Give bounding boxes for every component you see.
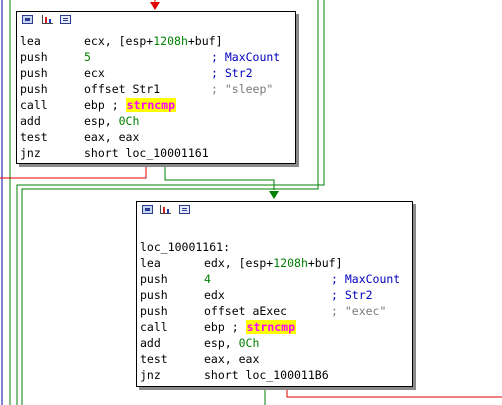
instruction-line: call ebp ; strncmp bbox=[17, 97, 295, 113]
operand: ebp ; strncmp bbox=[84, 97, 177, 113]
comment: ; "sleep" bbox=[211, 82, 274, 96]
instruction-line: test eax, eax bbox=[17, 129, 295, 145]
false-branch-edge bbox=[0, 164, 147, 179]
edge-arrow bbox=[150, 2, 160, 10]
block-header bbox=[17, 12, 295, 29]
hex-number: 0Ch bbox=[118, 114, 140, 128]
instruction-line: push offset Str1 ; "sleep" bbox=[17, 81, 295, 97]
operand-text: short loc_10001161 bbox=[84, 146, 209, 160]
graph-overview-icon[interactable] bbox=[142, 205, 153, 214]
mnemonic: push bbox=[20, 82, 48, 96]
instruction-line: push edx ; Str2 bbox=[137, 287, 412, 303]
bar-chart-icon[interactable] bbox=[160, 205, 171, 214]
mnemonic: push bbox=[140, 272, 168, 286]
mnemonic: push bbox=[20, 66, 48, 80]
operand-text: offset aExec bbox=[204, 304, 288, 318]
operand-text: offset Str1 bbox=[84, 82, 161, 96]
instruction-line: lea edx, [esp+1208h+buf] bbox=[137, 255, 412, 271]
operand-text: +buf] bbox=[187, 34, 223, 48]
instruction-line: push ecx ; Str2 bbox=[17, 65, 295, 81]
mnemonic: call bbox=[20, 98, 48, 112]
operand: ecx bbox=[84, 65, 105, 81]
instruction-line: jnz short loc_100011B6 bbox=[137, 367, 412, 383]
operand-text: edx, [esp+ bbox=[204, 256, 274, 270]
mnemonic: add bbox=[140, 336, 161, 350]
operand-text: ebp ; bbox=[84, 98, 119, 112]
operand-text: esp, bbox=[204, 336, 239, 350]
operand: offset Str1 bbox=[84, 81, 160, 97]
instruction-line: jnz short loc_10001161 bbox=[17, 145, 295, 161]
operand: edx bbox=[204, 287, 225, 303]
false-branch-edge bbox=[286, 387, 502, 398]
comment: ; Str2 bbox=[211, 66, 253, 80]
listing-view-icon[interactable] bbox=[179, 205, 190, 214]
block-header bbox=[137, 202, 412, 219]
instruction-line: push 5 ; MaxCount bbox=[17, 49, 295, 65]
operand: offset aExec bbox=[204, 303, 287, 319]
operand-text: ecx bbox=[84, 66, 105, 80]
operand-text: eax, eax bbox=[204, 352, 260, 366]
instruction-line: add esp, 0Ch bbox=[137, 335, 412, 351]
mnemonic: push bbox=[140, 288, 168, 302]
hex-number: 1208h bbox=[273, 256, 308, 270]
code-block-sleep-compare[interactable]: lea ecx, [esp+1208h+buf] push 5; MaxCount pu… bbox=[16, 11, 296, 164]
operand: short loc_100011B6 bbox=[204, 367, 329, 383]
operand: 5 bbox=[84, 49, 91, 65]
mnemonic: lea bbox=[140, 256, 161, 270]
operand: ebp ; strncmp bbox=[204, 319, 297, 335]
true-branch-edge bbox=[164, 164, 275, 190]
listing-view-icon[interactable] bbox=[60, 15, 71, 24]
operand-text: ebp ; bbox=[204, 320, 239, 334]
comment: ; MaxCount bbox=[331, 272, 401, 286]
operand-text: short loc_100011B6 bbox=[204, 368, 329, 382]
graph-overview-icon[interactable] bbox=[22, 15, 33, 24]
operand: esp, 0Ch bbox=[204, 335, 259, 351]
instruction-line: push 4 ; MaxCount bbox=[137, 271, 412, 287]
operand-text: edx bbox=[204, 288, 225, 302]
instruction-line: lea ecx, [esp+1208h+buf] bbox=[17, 33, 295, 49]
instruction-line: push offset aExec ; "exec" bbox=[137, 303, 412, 319]
operand: eax, eax bbox=[204, 351, 259, 367]
code-block-exec-compare[interactable]: loc_10001161: lea edx, [esp+1208h+buf] push… bbox=[136, 201, 413, 387]
hex-number: 0Ch bbox=[238, 336, 260, 350]
operand-text: ecx, [esp+ bbox=[84, 34, 154, 48]
bar-chart-icon[interactable] bbox=[42, 15, 53, 24]
mnemonic: jnz bbox=[20, 146, 41, 160]
mnemonic: lea bbox=[20, 34, 41, 48]
comment: ; Str2 bbox=[331, 288, 373, 302]
code-label: loc_10001161: bbox=[140, 240, 231, 254]
mnemonic: call bbox=[140, 320, 168, 334]
import-function-name: strncmp bbox=[245, 320, 297, 334]
comment: ; "exec" bbox=[331, 304, 387, 318]
mnemonic: test bbox=[20, 130, 48, 144]
operand: 4 bbox=[204, 271, 211, 287]
mnemonic: push bbox=[140, 304, 168, 318]
operand: short loc_10001161 bbox=[84, 145, 209, 161]
import-function-name: strncmp bbox=[125, 98, 177, 112]
mnemonic: jnz bbox=[140, 368, 161, 382]
instruction-line: call ebp ; strncmp bbox=[137, 319, 412, 335]
mnemonic: test bbox=[140, 352, 168, 366]
operand: eax, eax bbox=[84, 129, 139, 145]
instruction-line: add esp, 0Ch bbox=[17, 113, 295, 129]
mnemonic: add bbox=[20, 114, 41, 128]
operand: esp, 0Ch bbox=[84, 113, 139, 129]
mnemonic: push bbox=[20, 50, 48, 64]
operand-text: eax, eax bbox=[84, 130, 140, 144]
immediate-number: 4 bbox=[204, 272, 211, 286]
operand-text: esp, bbox=[84, 114, 119, 128]
operand-text: +buf] bbox=[307, 256, 343, 270]
operand: ecx, [esp+1208h+buf] bbox=[84, 33, 223, 49]
instruction-line: test eax, eax bbox=[137, 351, 412, 367]
comment: ; MaxCount bbox=[211, 50, 281, 64]
hex-number: 1208h bbox=[153, 34, 188, 48]
edge-arrow bbox=[269, 191, 279, 199]
immediate-number: 5 bbox=[84, 50, 91, 64]
operand: edx, [esp+1208h+buf] bbox=[204, 255, 343, 271]
